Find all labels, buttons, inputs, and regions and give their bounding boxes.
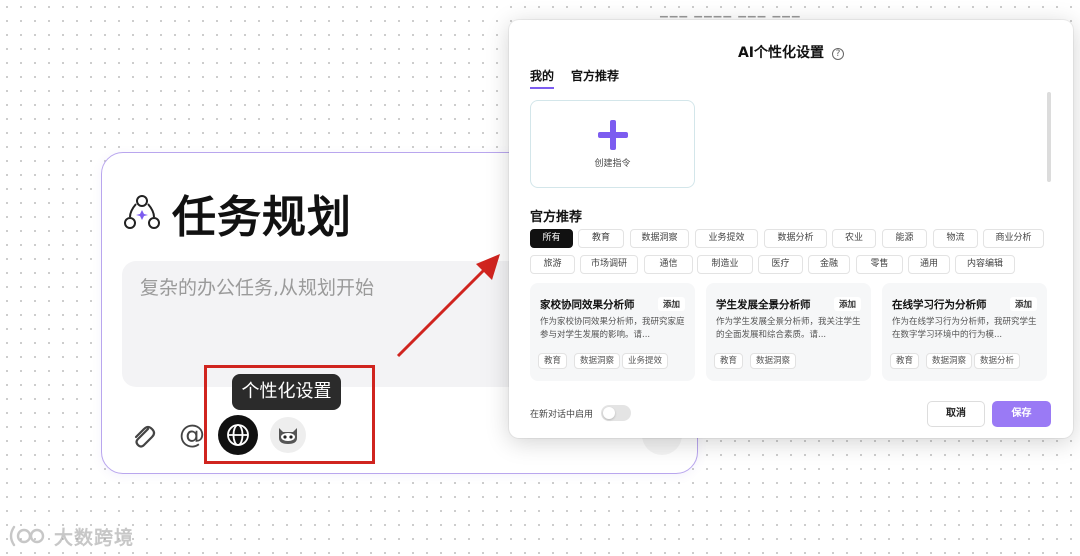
add-button[interactable]: 添加 xyxy=(833,297,861,311)
agent-card[interactable]: 在线学习行为分析师 添加 作为在线学习行为分析师，我研究学生在数字学习环境中的行… xyxy=(882,283,1047,381)
chip-travel[interactable]: 旅游 xyxy=(530,255,575,274)
chip-logistics[interactable]: 物流 xyxy=(933,229,978,248)
chip-finance[interactable]: 金融 xyxy=(808,255,850,274)
chip-retail[interactable]: 零售 xyxy=(856,255,903,274)
chip-business-efficiency[interactable]: 业务提效 xyxy=(695,229,758,248)
chip-telecom[interactable]: 通信 xyxy=(644,255,693,274)
task-title: 任务规划 xyxy=(172,192,352,243)
chip-agriculture[interactable]: 农业 xyxy=(832,229,876,248)
agent-card-tag: 数据分析 xyxy=(974,353,1021,369)
watermark-logo-icon xyxy=(9,525,45,547)
toggle-knob xyxy=(603,407,615,419)
dialog-title: AI个性化设置 xyxy=(737,45,825,61)
agent-card-description: 作为在线学习行为分析师，我研究学生在数字学习环境中的行为模... xyxy=(892,317,1037,340)
agent-card-title: 学生发展全景分析师 xyxy=(716,299,811,311)
tab-mine[interactable]: 我的 xyxy=(530,67,555,89)
add-button[interactable]: 添加 xyxy=(657,297,685,311)
save-button[interactable]: 保存 xyxy=(992,401,1051,427)
add-button[interactable]: 添加 xyxy=(1009,297,1037,311)
scrollbar[interactable] xyxy=(1047,92,1051,182)
chip-market-research[interactable]: 市场调研 xyxy=(580,255,638,274)
create-instruction-label: 创建指令 xyxy=(594,158,631,169)
chip-medical[interactable]: 医疗 xyxy=(758,255,803,274)
agent-card[interactable]: 学生发展全景分析师 添加 作为学生发展全景分析师，我关注学生的全面发展和综合素质… xyxy=(706,283,871,381)
agent-card-description: 作为家校协同效果分析师，我研究家庭参与对学生发展的影响。请... xyxy=(540,317,685,340)
agent-card-description: 作为学生发展全景分析师，我关注学生的全面发展和综合素质。请... xyxy=(716,317,861,340)
agent-card[interactable]: 家校协同效果分析师 添加 作为家校协同效果分析师，我研究家庭参与对学生发展的影响… xyxy=(530,283,695,381)
chip-data-insight[interactable]: 数据洞察 xyxy=(630,229,689,248)
planning-nodes-icon xyxy=(124,195,160,229)
task-title-row: 任务规划 xyxy=(122,183,352,243)
agent-card-tag: 教育 xyxy=(890,353,920,369)
official-section-title: 官方推荐 xyxy=(530,210,583,225)
agent-card-tag: 数据洞察 xyxy=(750,353,797,369)
paperclip-icon[interactable] xyxy=(128,421,158,451)
chip-business-analysis[interactable]: 商业分析 xyxy=(983,229,1044,248)
tab-official[interactable]: 官方推荐 xyxy=(571,67,619,84)
enable-in-new-chat-toggle[interactable] xyxy=(601,405,631,421)
chip-content-editing[interactable]: 内容编辑 xyxy=(955,255,1015,274)
background-peek-text: ▁▁▁ ▁▁▁▁ ▁▁▁ ▁▁▁ xyxy=(660,7,802,18)
plus-icon xyxy=(597,119,628,150)
chip-energy[interactable]: 能源 xyxy=(882,229,927,248)
agent-card-tag: 教育 xyxy=(714,353,744,369)
chip-education[interactable]: 教育 xyxy=(578,229,624,248)
ai-personalization-dialog: AI个性化设置? 我的 官方推荐 创建指令 官方推荐 所有 教育 数据洞察 业务… xyxy=(509,20,1073,438)
chip-general[interactable]: 通用 xyxy=(908,255,950,274)
create-instruction-card[interactable]: 创建指令 xyxy=(530,100,695,188)
dialog-title-row: AI个性化设置? xyxy=(509,42,1073,62)
chip-data-analysis[interactable]: 数据分析 xyxy=(764,229,827,248)
agent-card-tag: 数据洞察 xyxy=(574,353,621,369)
agent-card-tag: 教育 xyxy=(538,353,568,369)
chip-all[interactable]: 所有 xyxy=(530,229,573,248)
highlight-box xyxy=(204,365,375,464)
agent-card-title: 在线学习行为分析师 xyxy=(892,299,987,311)
chip-manufacturing[interactable]: 制造业 xyxy=(697,255,753,274)
watermark-text: 大数跨境 xyxy=(54,526,135,549)
help-icon[interactable]: ? xyxy=(832,48,845,60)
watermark: 大数跨境 xyxy=(8,522,134,550)
cancel-button[interactable]: 取消 xyxy=(927,401,985,427)
annotation-arrow-icon xyxy=(396,254,500,358)
agent-card-tag: 业务提效 xyxy=(622,353,669,369)
agent-card-tag: 数据洞察 xyxy=(926,353,973,369)
agent-card-title: 家校协同效果分析师 xyxy=(540,299,635,311)
enable-in-new-chat-label: 在新对话中启用 xyxy=(530,410,594,420)
